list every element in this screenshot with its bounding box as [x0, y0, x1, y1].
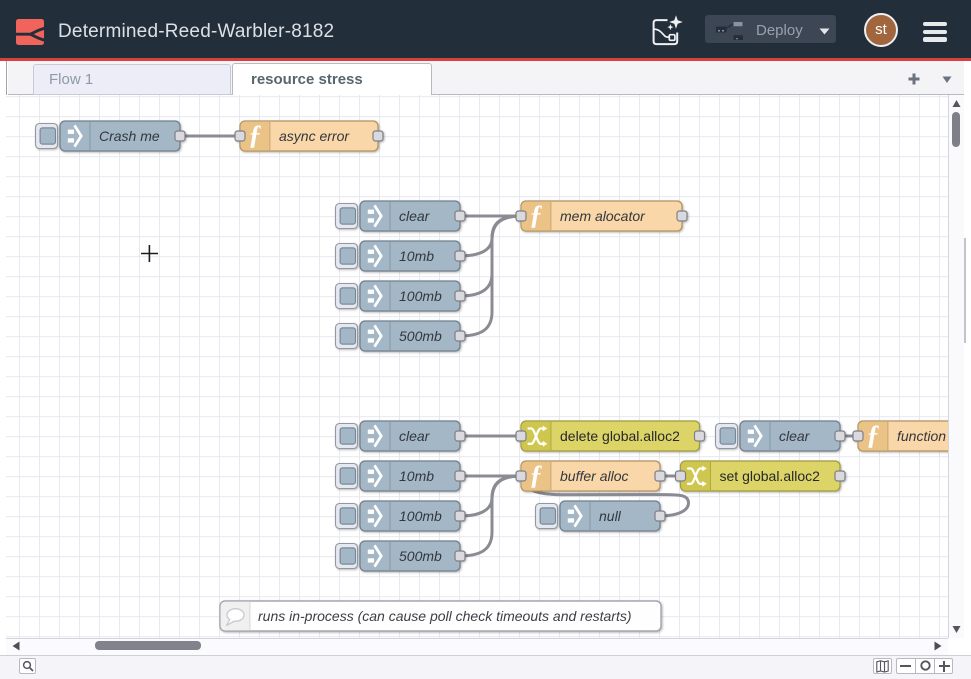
svg-text:ƒ: ƒ — [866, 420, 880, 450]
svg-text:delete global.alloc2: delete global.alloc2 — [560, 428, 680, 444]
svg-text:100mb: 100mb — [399, 508, 442, 524]
svg-text:buffer alloc: buffer alloc — [560, 468, 628, 484]
svg-text:10mb: 10mb — [399, 248, 434, 264]
svg-text:set global.alloc2: set global.alloc2 — [720, 468, 821, 484]
svg-text:clear: clear — [399, 428, 431, 444]
svg-text:ƒ: ƒ — [529, 200, 543, 230]
svg-text:clear: clear — [399, 208, 431, 224]
svg-text:Crash me: Crash me — [99, 128, 160, 144]
svg-text:runs in-process (can cause pol: runs in-process (can cause poll check ti… — [258, 608, 632, 624]
svg-text:500mb: 500mb — [399, 328, 442, 344]
svg-text:mem alocator: mem alocator — [560, 208, 646, 224]
svg-text:clear: clear — [779, 428, 811, 444]
svg-text:function: function — [897, 428, 946, 444]
svg-text:async error: async error — [279, 128, 350, 144]
svg-text:ƒ: ƒ — [248, 120, 262, 150]
svg-text:500mb: 500mb — [399, 548, 442, 564]
svg-text:ƒ: ƒ — [529, 460, 543, 490]
svg-text:null: null — [599, 508, 622, 524]
svg-text:10mb: 10mb — [399, 468, 434, 484]
svg-text:100mb: 100mb — [399, 288, 442, 304]
